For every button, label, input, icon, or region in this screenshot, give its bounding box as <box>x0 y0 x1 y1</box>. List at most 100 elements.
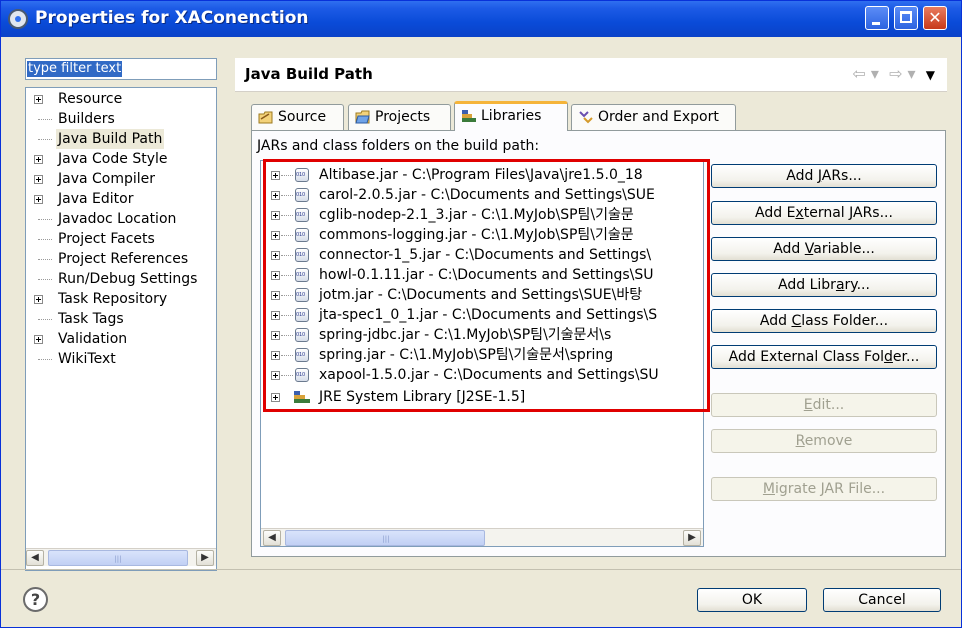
jar-entry[interactable]: xapool-1.5.0.jar - C:\Documents and Sett… <box>261 365 703 385</box>
expand-plus-icon[interactable] <box>271 171 280 180</box>
nav-tree-item[interactable]: Java Editor <box>26 189 216 209</box>
tab-order-and-export[interactable]: Order and Export <box>571 104 736 130</box>
back-arrow-icon[interactable]: ⇦ ▾ <box>852 64 879 83</box>
jar-entry-label: commons-logging.jar - C:\1.MyJob\SP팀\기술문 <box>319 227 634 243</box>
expand-plus-icon[interactable] <box>34 195 43 204</box>
forward-arrow-icon[interactable]: ⇨ ▾ <box>889 64 916 83</box>
jar-file-icon <box>295 268 309 282</box>
jar-entry[interactable]: Altibase.jar - C:\Program Files\Java\jre… <box>261 165 703 185</box>
edit-mnemonic: E <box>803 397 813 413</box>
jar-file-icon <box>295 348 309 362</box>
edit-button[interactable]: Edit... <box>711 393 937 417</box>
migrate-label-post: igrate JAR File... <box>775 481 886 497</box>
properties-app-icon <box>8 9 28 29</box>
add-variable-button[interactable]: Add Variable... <box>711 237 937 261</box>
ok-button[interactable]: OK <box>697 588 807 612</box>
add-variable-label-post: ariable... <box>813 241 875 257</box>
jre-system-library-label: JRE System Library [J2SE-1.5] <box>319 389 526 405</box>
tab-libraries-label: Libraries <box>481 108 542 124</box>
jar-entry[interactable]: jta-spec1_0_1.jar - C:\Documents and Set… <box>261 305 703 325</box>
libraries-hscrollbar[interactable]: ◀ ||| ▶ <box>261 528 703 546</box>
nav-tree-item[interactable]: Resource <box>26 89 216 109</box>
tab-source[interactable]: Source <box>251 104 344 130</box>
jar-entry[interactable]: commons-logging.jar - C:\1.MyJob\SP팀\기술문 <box>261 225 703 245</box>
jar-entry[interactable]: spring.jar - C:\1.MyJob\SP팀\기술문서\spring <box>261 345 703 365</box>
jar-file-icon <box>295 368 309 382</box>
expand-plus-icon[interactable] <box>271 393 280 402</box>
nav-tree-item[interactable]: Project References <box>26 249 216 269</box>
tab-projects-label: Projects <box>375 109 431 125</box>
expand-plus-icon[interactable] <box>271 311 280 320</box>
nav-tree-item-label: Task Tags <box>58 311 124 327</box>
add-library-button[interactable]: Add Library... <box>711 273 937 297</box>
nav-tree-item[interactable]: Java Code Style <box>26 149 216 169</box>
migrate-jar-file-button[interactable]: Migrate JAR File... <box>711 477 937 501</box>
expand-plus-icon[interactable] <box>271 231 280 240</box>
jar-entry-label: cglib-nodep-2.1_3.jar - C:\1.MyJob\SP팀\기… <box>319 207 634 223</box>
nav-tree-item[interactable]: Project Facets <box>26 229 216 249</box>
left-tree-scroll-thumb[interactable]: ||| <box>48 550 188 566</box>
scroll-right-icon[interactable]: ▶ <box>196 550 214 566</box>
tab-projects[interactable]: Projects <box>348 104 451 130</box>
minimize-button[interactable] <box>865 6 889 30</box>
expand-plus-icon[interactable] <box>34 295 43 304</box>
add-external-jars-label-post: ternal JARs... <box>803 205 893 221</box>
nav-tree-item[interactable]: Run/Debug Settings <box>26 269 216 289</box>
help-icon[interactable]: ? <box>23 587 48 612</box>
tree-connector-line <box>38 119 52 120</box>
jar-entry[interactable]: spring-jdbc.jar - C:\1.MyJob\SP팀\기술문서\s <box>261 325 703 345</box>
expand-plus-icon[interactable] <box>271 291 280 300</box>
tree-connector-line <box>281 215 293 216</box>
tab-libraries[interactable]: Libraries <box>454 101 568 131</box>
expand-plus-icon[interactable] <box>271 191 280 200</box>
remove-button[interactable]: Remove <box>711 429 937 453</box>
jar-entry[interactable]: jotm.jar - C:\Documents and Settings\SUE… <box>261 285 703 305</box>
title-bar[interactable]: Properties for XAConenction ✕ <box>1 1 961 37</box>
nav-tree-item[interactable]: Java Compiler <box>26 169 216 189</box>
migrate-mnemonic: M <box>762 481 775 497</box>
build-path-libraries-tree[interactable]: ◀ ||| ▶ Altibase.jar - C:\Program Files\… <box>260 160 704 547</box>
add-jars-button[interactable]: Add JARs... <box>711 164 937 188</box>
jre-system-library-entry[interactable]: JRE System Library [J2SE-1.5] <box>261 387 703 407</box>
expand-plus-icon[interactable] <box>271 371 280 380</box>
jar-file-icon <box>295 228 309 242</box>
jar-entry[interactable]: howl-0.1.11.jar - C:\Documents and Setti… <box>261 265 703 285</box>
expand-plus-icon[interactable] <box>34 155 43 164</box>
nav-tree-item[interactable]: Task Tags <box>26 309 216 329</box>
expand-plus-icon[interactable] <box>271 211 280 220</box>
nav-tree-item[interactable]: Java Build Path <box>26 129 216 149</box>
jar-entry[interactable]: cglib-nodep-2.1_3.jar - C:\1.MyJob\SP팀\기… <box>261 205 703 225</box>
property-pages-tree[interactable]: Resource Builders Java Build Path Java Code… <box>25 87 217 571</box>
expand-plus-icon[interactable] <box>271 251 280 260</box>
nav-tree-item[interactable]: WikiText <box>26 349 216 369</box>
nav-tree-item[interactable]: Builders <box>26 109 216 129</box>
expand-plus-icon[interactable] <box>34 335 43 344</box>
scroll-left-icon[interactable]: ◀ <box>26 550 44 566</box>
libraries-scroll-thumb[interactable]: ||| <box>285 530 485 546</box>
nav-tree-item[interactable]: Task Repository <box>26 289 216 309</box>
add-external-class-folder-button[interactable]: Add External Class Folder... <box>711 345 937 369</box>
expand-plus-icon[interactable] <box>271 271 280 280</box>
tree-connector-line <box>281 315 293 316</box>
expand-plus-icon[interactable] <box>271 351 280 360</box>
maximize-button[interactable] <box>894 6 918 30</box>
expand-plus-icon[interactable] <box>271 331 280 340</box>
jar-entry[interactable]: connector-1_5.jar - C:\Documents and Set… <box>261 245 703 265</box>
jar-entry[interactable]: carol-2.0.5.jar - C:\Documents and Setti… <box>261 185 703 205</box>
expand-plus-icon[interactable] <box>34 95 43 104</box>
expand-plus-icon[interactable] <box>34 175 43 184</box>
cancel-button[interactable]: Cancel <box>823 588 941 612</box>
scroll-right-icon[interactable]: ▶ <box>683 530 701 546</box>
left-tree-hscrollbar[interactable]: ◀ ||| ▶ <box>26 548 216 566</box>
add-external-jars-button[interactable]: Add External JARs... <box>711 201 937 225</box>
close-button[interactable]: ✕ <box>923 6 947 30</box>
add-library-mnemonic: a <box>835 277 845 293</box>
add-variable-mnemonic: V <box>804 241 814 257</box>
add-class-folder-button[interactable]: Add Class Folder... <box>711 309 937 333</box>
filter-input[interactable]: type filter text <box>25 58 217 80</box>
tree-connector-line <box>281 255 293 256</box>
scroll-left-icon[interactable]: ◀ <box>263 530 281 546</box>
nav-tree-item[interactable]: Javadoc Location <box>26 209 216 229</box>
view-menu-icon[interactable]: ▼ <box>926 68 935 82</box>
nav-tree-item[interactable]: Validation <box>26 329 216 349</box>
